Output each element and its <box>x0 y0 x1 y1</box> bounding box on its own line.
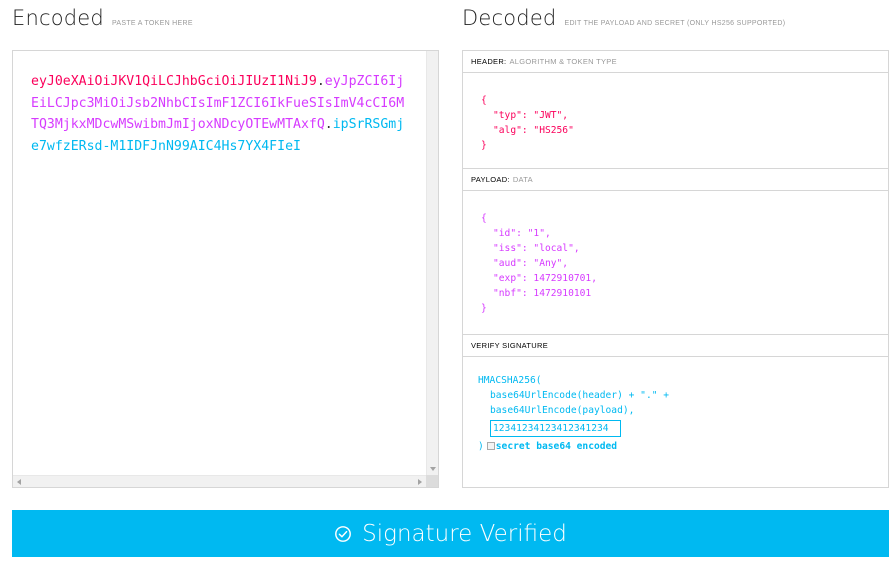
check-circle-icon <box>335 525 352 542</box>
token-textarea[interactable]: eyJ0eXAiOiJKV1QiLCJhbGciOiJIUzI1NiJ9.eyJ… <box>13 51 426 475</box>
scroll-right-arrow-icon[interactable] <box>418 479 422 485</box>
decoded-panel: HEADER: ALGORITHM & TOKEN TYPE { "typ": … <box>462 50 889 488</box>
horizontal-scrollbar[interactable] <box>13 475 426 487</box>
code-line: "id": "1", <box>493 228 551 239</box>
header-section-title: HEADER: ALGORITHM & TOKEN TYPE <box>463 51 888 73</box>
base64-checkbox-label[interactable]: secret base64 encoded <box>496 441 617 452</box>
signature-verify-block: HMACSHA256( base64UrlEncode(header) + ".… <box>463 357 888 487</box>
code-line: } <box>481 303 487 314</box>
code-line: "aud": "Any", <box>493 258 569 269</box>
header-sublabel: ALGORITHM & TOKEN TYPE <box>509 57 617 66</box>
vertical-scrollbar[interactable] <box>426 51 438 475</box>
decoded-title: Decoded <box>462 6 557 30</box>
payload-json-editor[interactable]: { "id": "1", "iss": "local", "aud": "Any… <box>463 191 888 335</box>
signature-payload-line: base64UrlEncode(payload), <box>490 405 635 416</box>
code-line: "alg": "HS256" <box>493 125 574 136</box>
encoded-title: Encoded <box>12 6 104 30</box>
token-dot: . <box>316 74 325 89</box>
signature-function-line: HMACSHA256( <box>478 375 542 386</box>
signature-close-paren: ) <box>478 441 484 452</box>
code-line: } <box>481 140 487 151</box>
token-header-part: eyJ0eXAiOiJKV1QiLCJhbGciOiJIUzI1NiJ9 <box>31 74 317 89</box>
code-line: "exp": 1472910701, <box>493 273 597 284</box>
encoded-token-editor[interactable]: eyJ0eXAiOiJKV1QiLCJhbGciOiJIUzI1NiJ9.eyJ… <box>12 50 439 488</box>
signature-label: VERIFY SIGNATURE <box>471 341 549 350</box>
signature-section-title: VERIFY SIGNATURE <box>463 335 888 357</box>
signature-close-row: ) secret base64 encoded <box>478 439 888 454</box>
encoded-subtitle: PASTE A TOKEN HERE <box>111 20 193 27</box>
decoded-heading: Decoded EDIT THE PAYLOAD AND SECRET (ONL… <box>462 6 785 30</box>
decoded-subtitle: EDIT THE PAYLOAD AND SECRET (ONLY HS256 … <box>564 20 786 27</box>
signature-verified-banner: Signature Verified <box>12 510 889 557</box>
base64-checkbox[interactable] <box>486 442 495 450</box>
code-line: "typ": "JWT", <box>493 110 569 121</box>
scroll-left-arrow-icon[interactable] <box>17 479 21 485</box>
secret-input[interactable]: 12341234123412341234 <box>490 420 621 437</box>
encoded-heading: Encoded PASTE A TOKEN HERE <box>12 6 193 30</box>
code-line: "nbf": 1472910101 <box>493 288 592 299</box>
secret-row: 12341234123412341234 <box>478 418 888 439</box>
payload-sublabel: DATA <box>512 175 533 184</box>
scroll-down-arrow-icon[interactable] <box>430 467 436 471</box>
scrollbar-corner <box>426 475 438 487</box>
header-label: HEADER: <box>471 57 507 66</box>
signature-verified-label: Signature Verified <box>362 520 567 547</box>
payload-section-title: PAYLOAD: DATA <box>463 169 888 191</box>
code-line: { <box>481 213 487 224</box>
header-json-editor[interactable]: { "typ": "JWT", "alg": "HS256" } <box>463 73 888 169</box>
code-line: { <box>481 95 487 106</box>
signature-header-line: base64UrlEncode(header) + "." + <box>490 390 670 401</box>
payload-label: PAYLOAD: <box>471 175 510 184</box>
token-dot: . <box>324 117 333 132</box>
code-line: "iss": "local", <box>493 243 580 254</box>
